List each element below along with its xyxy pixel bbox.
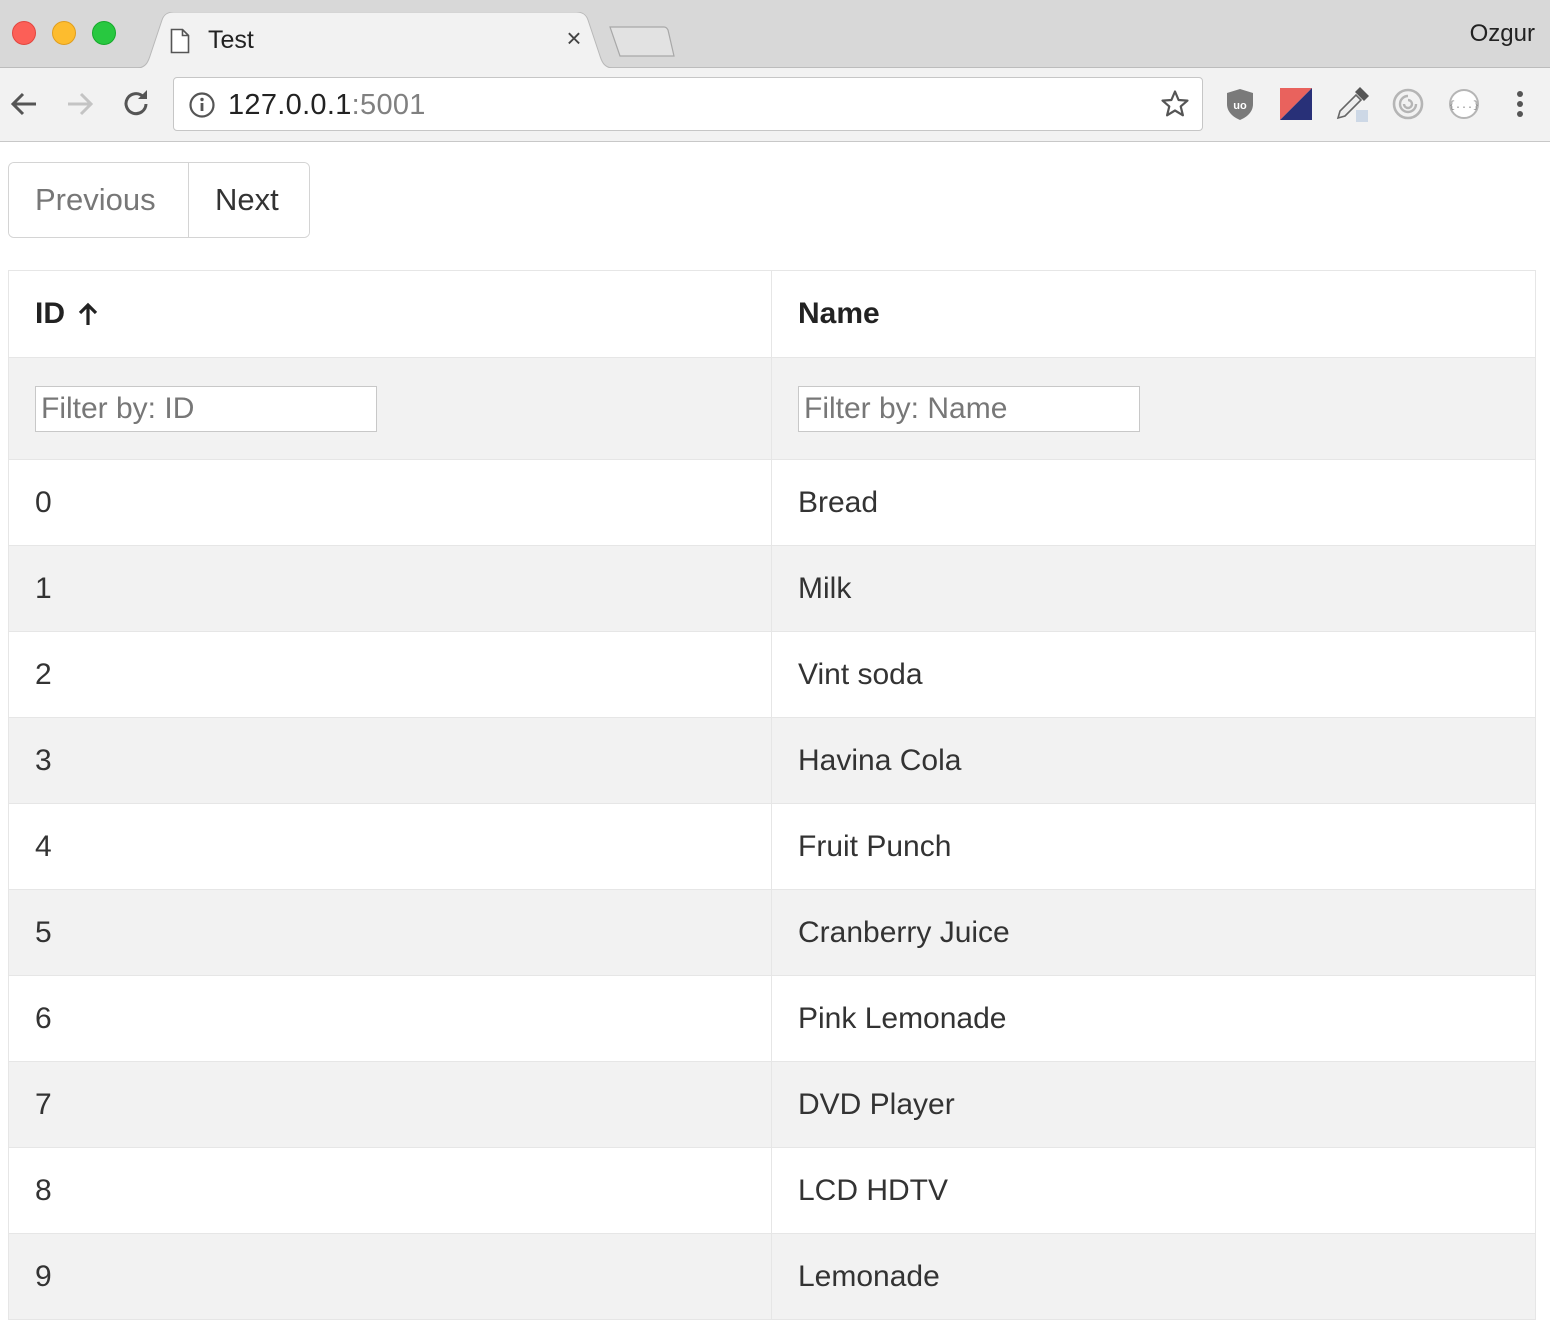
table-row[interactable]: 5 Cranberry Juice [9,890,1535,976]
cell-id: 2 [35,657,52,691]
browser-tab[interactable]: Test × [132,12,618,69]
previous-button[interactable]: Previous [9,163,189,237]
browser-title-bar: Test × Ozgur [0,0,1550,69]
cell-name: Fruit Punch [771,804,1535,889]
filter-cell-name [771,358,1535,459]
cell-name: Havina Cola [771,718,1535,803]
back-arrow-icon[interactable] [6,86,42,122]
info-icon[interactable] [188,91,216,119]
table-row[interactable]: 1 Milk [9,546,1535,632]
cell-id: 1 [35,571,52,605]
forward-arrow-icon[interactable] [62,86,98,122]
next-button[interactable]: Next [189,163,309,237]
reload-icon[interactable] [118,86,154,122]
address-bar[interactable]: 127.0.0.1:5001 [173,77,1203,131]
column-header-id[interactable]: ID [9,271,771,357]
new-tab-button[interactable] [608,26,676,58]
cell-id: 0 [35,485,52,519]
more-menu-icon[interactable] [1502,86,1538,122]
document-icon [170,28,190,54]
cell-id: 5 [35,915,52,949]
json-viewer-icon[interactable]: {...} [1446,86,1482,122]
column-header-name-label: Name [798,297,880,330]
filter-name-input[interactable] [798,385,1140,432]
cell-name: Lemonade [771,1234,1535,1319]
column-header-id-label: ID [35,297,65,330]
cell-id: 3 [35,743,52,777]
ublock-icon[interactable]: uo [1222,86,1258,122]
cell-id: 8 [35,1173,52,1207]
table-row[interactable]: 8 LCD HDTV [9,1148,1535,1234]
flag-extension-icon[interactable] [1278,86,1314,122]
cell-id: 4 [35,829,52,863]
table-row[interactable]: 2 Vint soda [9,632,1535,718]
cell-name: Vint soda [771,632,1535,717]
cell-name: Cranberry Juice [771,890,1535,975]
cell-name: LCD HDTV [771,1148,1535,1233]
eyedropper-icon[interactable] [1334,86,1370,122]
table-header-row: ID Name [9,271,1535,358]
svg-text:uo: uo [1233,100,1247,112]
filter-cell-id [9,358,771,459]
cell-id: 7 [35,1087,52,1121]
column-header-name[interactable]: Name [771,271,1535,357]
svg-text:{...}: {...} [1449,100,1479,112]
profile-name[interactable]: Ozgur [1470,20,1535,48]
cell-id: 9 [35,1259,52,1293]
table-row[interactable]: 0 Bread [9,460,1535,546]
table-row[interactable]: 4 Fruit Punch [9,804,1535,890]
url-port: :5001 [351,89,426,121]
tab-title: Test [208,26,254,54]
close-window-button[interactable] [12,21,36,45]
cell-id: 6 [35,1001,52,1035]
pagination: Previous Next [8,162,310,238]
table-row[interactable]: 3 Havina Cola [9,718,1535,804]
filter-id-input[interactable] [35,385,377,432]
star-icon[interactable] [1160,89,1190,119]
table-row[interactable]: 9 Lemonade [9,1234,1535,1320]
table-row[interactable]: 6 Pink Lemonade [9,976,1535,1062]
table-row[interactable]: 7 DVD Player [9,1062,1535,1148]
url-text[interactable]: 127.0.0.1:5001 [228,89,426,122]
browser-toolbar: 127.0.0.1:5001 uo {...} [0,68,1550,142]
data-table: ID Name 0 Bread 1 Milk 2 Vint soda 3 H [8,270,1536,1320]
tab-close-icon[interactable]: × [562,25,586,51]
cell-name: Milk [771,546,1535,631]
minimize-window-button[interactable] [52,21,76,45]
cell-name: Bread [771,460,1535,545]
url-host: 127.0.0.1 [228,89,352,121]
spiral-extension-icon[interactable] [1390,86,1426,122]
maximize-window-button[interactable] [92,21,116,45]
cell-name: DVD Player [771,1062,1535,1147]
cell-name: Pink Lemonade [771,976,1535,1061]
filter-row [9,358,1535,460]
tab-shape [132,12,618,69]
sort-ascending-icon[interactable] [77,301,99,327]
